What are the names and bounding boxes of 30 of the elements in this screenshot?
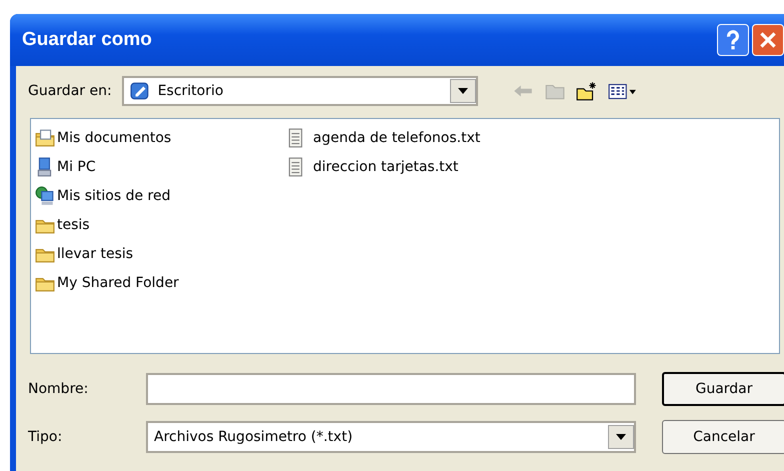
cancel-button[interactable]: Cancelar xyxy=(662,420,784,454)
documents-folder-icon xyxy=(35,128,55,148)
caret-icon xyxy=(616,434,626,440)
caret-icon xyxy=(458,88,468,94)
save-in-dropdown[interactable]: Escritorio xyxy=(122,76,478,106)
type-dropdown[interactable]: Archivos Rugosimetro (*.txt) xyxy=(146,421,636,453)
network-computer-icon xyxy=(35,186,55,206)
window-title: Guardar como xyxy=(22,29,153,51)
type-label: Tipo: xyxy=(28,429,64,445)
desktop-icon xyxy=(130,81,150,101)
name-field[interactable] xyxy=(146,373,636,405)
new-folder-icon[interactable] xyxy=(576,81,598,101)
close-button[interactable] xyxy=(752,24,784,56)
views-menu-icon[interactable] xyxy=(608,81,638,101)
file-item[interactable]: Mi PC xyxy=(57,158,96,174)
type-value: Archivos Rugosimetro (*.txt) xyxy=(153,429,354,445)
file-item[interactable]: tesis xyxy=(57,216,90,232)
file-item[interactable]: Mis sitios de red xyxy=(57,188,170,204)
file-item[interactable]: agenda de telefonos.txt xyxy=(313,130,480,146)
save-in-label: Guardar en: xyxy=(28,83,112,99)
save-in-value: Escritorio xyxy=(158,83,224,99)
file-item[interactable]: Mis documentos xyxy=(57,130,172,146)
dropdown-button[interactable] xyxy=(450,79,476,103)
name-label: Nombre: xyxy=(28,381,90,397)
help-button[interactable] xyxy=(717,24,749,56)
file-item[interactable]: direccion tarjetas.txt xyxy=(313,158,458,174)
file-item[interactable]: My Shared Folder xyxy=(57,274,179,290)
dropdown-button[interactable] xyxy=(608,425,634,449)
file-item[interactable]: llevar tesis xyxy=(57,246,134,262)
save-button[interactable]: Guardar xyxy=(662,372,784,406)
